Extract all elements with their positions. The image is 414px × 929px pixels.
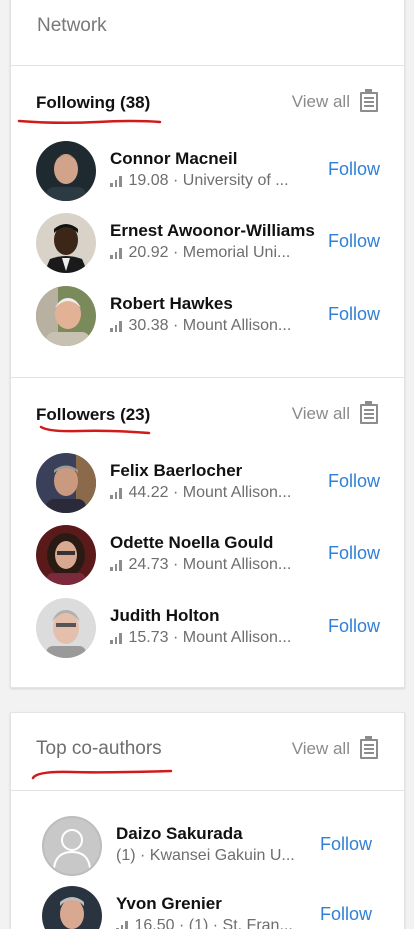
- coauthors-header: Top co-authors View all: [36, 736, 378, 763]
- person-name[interactable]: Connor Macneil: [110, 149, 320, 169]
- follow-button[interactable]: Follow: [328, 543, 380, 564]
- score-bars-icon: [116, 920, 128, 929]
- divider: [11, 377, 404, 378]
- coauthor-meta: 16.50 · (1) · St. Fran...: [134, 917, 293, 929]
- annotation-underline: [17, 119, 162, 125]
- coauthors-view-all-button[interactable]: View all: [291, 736, 378, 759]
- following-view-all-button[interactable]: View all: [291, 89, 378, 112]
- avatar: [42, 886, 102, 929]
- avatar-placeholder-icon: [42, 816, 102, 876]
- avatar: [36, 286, 96, 346]
- person-name[interactable]: Robert Hawkes: [110, 294, 320, 314]
- following-header: Following (38) View all: [36, 89, 378, 116]
- avatar: [36, 141, 96, 201]
- follow-button[interactable]: Follow: [328, 304, 380, 325]
- view-all-label: View all: [291, 92, 350, 111]
- follow-button[interactable]: Follow: [328, 616, 380, 637]
- person-name[interactable]: Yvon Grenier: [116, 894, 326, 914]
- score: 19.08: [128, 172, 169, 189]
- follow-button[interactable]: Follow: [320, 904, 372, 925]
- clipboard-icon: [360, 401, 378, 424]
- score-bars-icon: [110, 175, 122, 187]
- score: 24.73: [128, 556, 169, 573]
- score-bars-icon: [110, 632, 122, 644]
- score-bars-icon: [110, 559, 122, 571]
- followers-view-all-button[interactable]: View all: [291, 401, 378, 424]
- person-name[interactable]: Ernest Awoonor-Williams: [110, 221, 320, 241]
- following-person-1[interactable]: Connor Macneil 19.08 · University of ...…: [36, 141, 388, 203]
- view-all-label: View all: [291, 404, 350, 423]
- coauthors-card: Top co-authors View all Daizo Sakurada (…: [10, 712, 405, 929]
- coauthor-person-1[interactable]: Daizo Sakurada (1) · Kwansei Gakuin U...…: [42, 816, 380, 878]
- score-bars-icon: [110, 487, 122, 499]
- following-title: Following (38): [36, 93, 151, 112]
- divider: [11, 65, 404, 66]
- score-bars-icon: [110, 320, 122, 332]
- clipboard-icon: [360, 89, 378, 112]
- follow-button[interactable]: Follow: [328, 231, 380, 252]
- followers-title: Followers (23): [36, 405, 151, 424]
- affiliation: Mount Allison...: [182, 629, 292, 646]
- person-name[interactable]: Daizo Sakurada: [116, 824, 326, 844]
- follower-person-2[interactable]: Odette Noella Gould 24.73 · Mount Alliso…: [36, 525, 388, 587]
- follow-button[interactable]: Follow: [320, 834, 372, 855]
- avatar: [36, 598, 96, 658]
- affiliation: Mount Allison...: [182, 317, 292, 334]
- annotation-underline: [39, 425, 151, 435]
- network-card: Network Following (38) View all Connor M…: [10, 0, 405, 688]
- person-name[interactable]: Odette Noella Gould: [110, 533, 320, 553]
- follower-person-3[interactable]: Judith Holton 15.73 · Mount Allison... F…: [36, 598, 388, 660]
- coauthor-person-2[interactable]: Yvon Grenier 16.50 · (1) · St. Fran... F…: [42, 886, 380, 929]
- score: 20.92: [128, 244, 169, 261]
- person-name[interactable]: Judith Holton: [110, 606, 320, 626]
- score-bars-icon: [110, 247, 122, 259]
- avatar: [36, 453, 96, 513]
- network-title: Network: [37, 15, 107, 36]
- follow-button[interactable]: Follow: [328, 159, 380, 180]
- person-name[interactable]: Felix Baerlocher: [110, 461, 320, 481]
- score: 44.22: [128, 484, 169, 501]
- affiliation: University of ...: [182, 172, 289, 189]
- follow-button[interactable]: Follow: [328, 471, 380, 492]
- follower-person-1[interactable]: Felix Baerlocher 44.22 · Mount Allison..…: [36, 453, 388, 515]
- annotation-underline: [31, 769, 173, 780]
- coauthors-title: Top co-authors: [36, 738, 162, 759]
- affiliation: Mount Allison...: [182, 556, 292, 573]
- score: 15.73: [128, 629, 169, 646]
- coauthor-meta: (1) · Kwansei Gakuin U...: [116, 847, 295, 864]
- affiliation: Memorial Uni...: [182, 244, 291, 261]
- avatar: [36, 213, 96, 273]
- affiliation: Mount Allison...: [182, 484, 292, 501]
- view-all-label: View all: [291, 739, 350, 758]
- following-person-2[interactable]: Ernest Awoonor-Williams 20.92 · Memorial…: [36, 213, 388, 275]
- divider: [11, 790, 404, 791]
- avatar: [36, 525, 96, 585]
- score: 30.38: [128, 317, 169, 334]
- following-person-3[interactable]: Robert Hawkes 30.38 · Mount Allison... F…: [36, 286, 388, 348]
- clipboard-icon: [360, 736, 378, 759]
